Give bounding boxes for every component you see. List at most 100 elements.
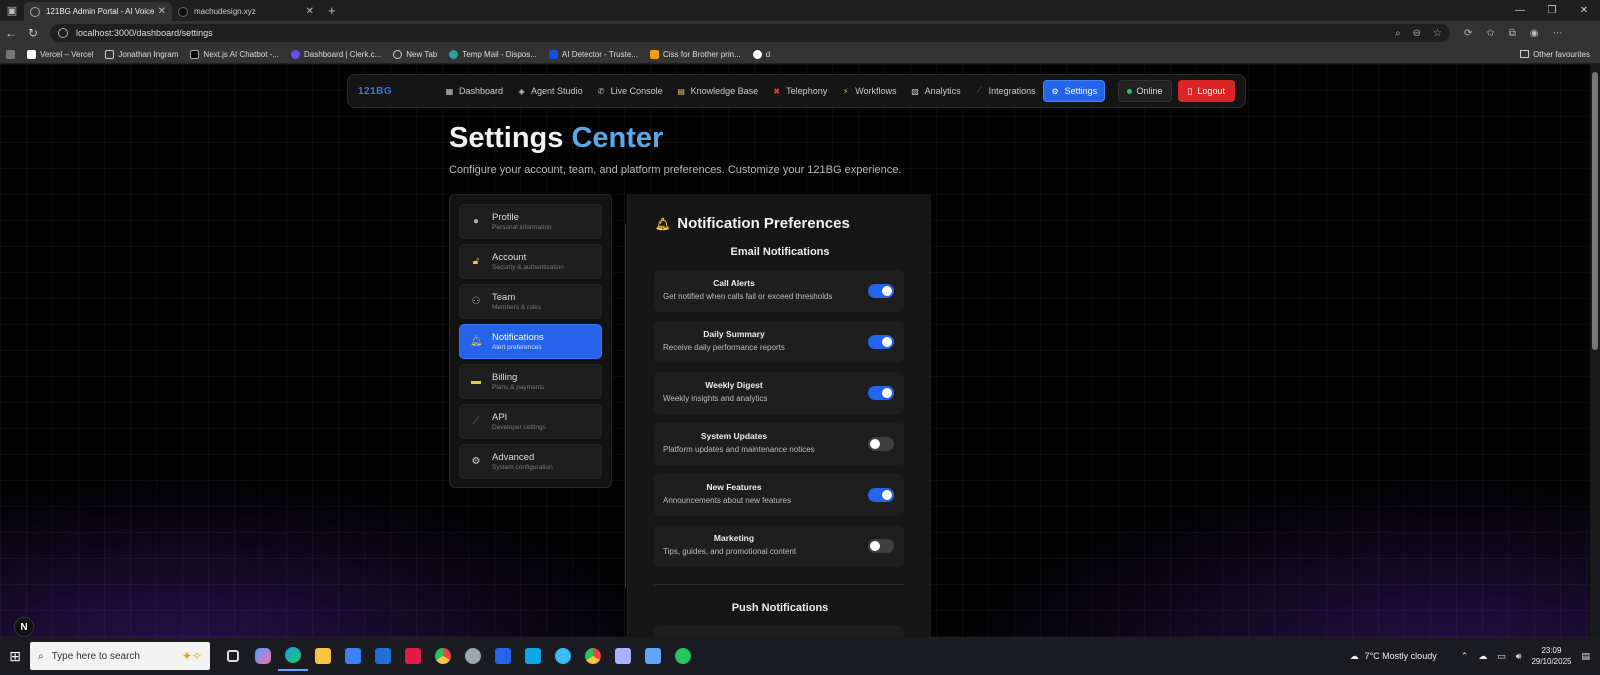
- address-bar-row: ← ↻ localhost:3000/dashboard/settings ⌕ …: [0, 21, 1600, 45]
- onedrive-icon[interactable]: ☁: [1478, 651, 1487, 662]
- toggle-knob: [882, 337, 892, 347]
- edge-browser-icon[interactable]: [278, 641, 308, 671]
- profile-avatar-icon[interactable]: ◉: [1530, 28, 1539, 39]
- url-input[interactable]: localhost:3000/dashboard/settings ⌕ ⊖ ☆: [50, 24, 1450, 42]
- powershell-icon[interactable]: [488, 641, 518, 671]
- favorites-icon[interactable]: ✩: [1486, 28, 1494, 39]
- logout-button[interactable]: ▯ Logout: [1177, 80, 1235, 102]
- bookmark-item[interactable]: d: [752, 49, 770, 59]
- bell-icon: 🔔︎: [470, 336, 483, 347]
- card-icon: ▬: [471, 376, 481, 387]
- bookmark-item[interactable]: Dashboard | Clerk.c...: [291, 49, 381, 59]
- refresh-icon[interactable]: ↻: [22, 26, 44, 40]
- nav-knowledge-base[interactable]: ▤ Knowledge Base: [670, 81, 766, 101]
- file-explorer-icon[interactable]: [308, 641, 338, 671]
- weather-widget[interactable]: ☁ 7°C Mostly cloudy: [1350, 651, 1437, 662]
- call-alerts-toggle[interactable]: [868, 284, 894, 298]
- close-tab-icon[interactable]: ✕: [158, 6, 166, 17]
- bell-icon: 🔔︎: [655, 216, 671, 231]
- nav-agent-studio[interactable]: ◈ Agent Studio: [510, 81, 590, 101]
- task-view-icon[interactable]: [218, 641, 248, 671]
- sidebar-item-profile[interactable]: ● Profile Personal information: [459, 204, 602, 239]
- online-status-badge: Online: [1117, 80, 1172, 102]
- sidebar-item-api[interactable]: ⟋ API Developer settings: [459, 404, 602, 439]
- notification-center-icon[interactable]: ▤: [1581, 651, 1590, 662]
- vscode-icon[interactable]: [518, 641, 548, 671]
- minimize-icon[interactable]: —: [1504, 5, 1536, 16]
- clock[interactable]: 23:09 29/10/2025: [1531, 645, 1571, 667]
- sidebar-item-team[interactable]: ⚇ Team Members & roles: [459, 284, 602, 319]
- notification-row-new-features: New Features Announcements about new fea…: [654, 474, 904, 516]
- nav-analytics[interactable]: ▧ Analytics: [904, 81, 968, 101]
- tray-chevron-icon[interactable]: ⌃: [1461, 651, 1469, 662]
- copilot-icon[interactable]: [248, 641, 278, 671]
- scrollbar-thumb[interactable]: [1592, 72, 1598, 350]
- sidebar-item-billing[interactable]: ▬ Billing Plans & payments: [459, 364, 602, 399]
- copilot-sparkle-icon: ✦✧: [181, 649, 202, 663]
- nav-dashboard[interactable]: ▦ Dashboard: [438, 81, 510, 101]
- back-icon[interactable]: ←: [0, 26, 22, 40]
- photos-icon[interactable]: [638, 641, 668, 671]
- sync-icon[interactable]: ⟳: [1464, 28, 1472, 39]
- new-tab-icon[interactable]: +: [328, 3, 336, 18]
- volume-icon[interactable]: 🔊︎: [1516, 651, 1522, 662]
- page-scrollbar[interactable]: [1590, 64, 1600, 637]
- nav-integrations[interactable]: ⟋ Integrations: [968, 81, 1043, 101]
- app-icon[interactable]: [458, 641, 488, 671]
- brand-logo[interactable]: 121BG: [358, 86, 438, 97]
- email-notifications-heading: Email Notifications: [730, 246, 830, 258]
- bookmark-item[interactable]: Next.js AI Chatbot -...: [190, 49, 279, 59]
- notes-icon[interactable]: [608, 641, 638, 671]
- browser-tab-active[interactable]: 121BG Admin Portal - AI Voice A ✕: [24, 2, 172, 21]
- nav-live-console[interactable]: ✆ Live Console: [590, 81, 670, 101]
- new-features-toggle[interactable]: [868, 488, 894, 502]
- tab-actions-icon[interactable]: ▣: [0, 0, 24, 21]
- bookmark-item[interactable]: Vercel – Vercel: [27, 49, 93, 59]
- bookmark-item[interactable]: New Tab: [393, 49, 437, 59]
- push-notifications-heading: Push Notifications: [731, 602, 829, 614]
- bookmarks-bar: Vercel – Vercel Jonathan Ingram Next.js …: [0, 45, 1600, 64]
- other-favourites[interactable]: Other favourites: [1520, 50, 1590, 59]
- close-tab-icon[interactable]: ✕: [306, 6, 314, 17]
- more-menu-icon[interactable]: ⋯: [1553, 28, 1563, 39]
- mail-icon[interactable]: [368, 641, 398, 671]
- favorite-star-icon[interactable]: ☆: [1433, 28, 1442, 39]
- reader-icon[interactable]: ⊖: [1413, 28, 1421, 39]
- network-icon[interactable]: ▭: [1497, 651, 1506, 662]
- search-icon[interactable]: ⌕: [1395, 28, 1401, 39]
- bookmark-item[interactable]: AI Detector - Truste...: [548, 49, 638, 59]
- sidebar-item-account[interactable]: 🔓︎ Account Security & authentication: [459, 244, 602, 279]
- marketing-toggle[interactable]: [868, 539, 894, 553]
- nav-settings[interactable]: ⚙ Settings: [1042, 80, 1106, 102]
- url-text: localhost:3000/dashboard/settings: [76, 28, 213, 38]
- taskbar-search-input[interactable]: ⌕ Type here to search ✦✧: [30, 642, 210, 670]
- bookmark-item[interactable]: Ciss for Brother prin...: [649, 49, 741, 59]
- store-icon[interactable]: [338, 641, 368, 671]
- bookmarks-apps-icon[interactable]: [6, 49, 15, 59]
- edge-dev-icon[interactable]: [548, 641, 578, 671]
- sidebar-item-advanced[interactable]: ⚙ Advanced System configuration: [459, 444, 602, 479]
- nav-telephony[interactable]: ✖ Telephony: [765, 81, 834, 101]
- chrome-profile-icon[interactable]: [578, 641, 608, 671]
- nextjs-badge-icon[interactable]: N: [14, 617, 34, 637]
- browser-tab[interactable]: machudesign.xyz ✕: [172, 2, 320, 21]
- system-updates-toggle[interactable]: [868, 437, 894, 451]
- daily-summary-toggle[interactable]: [868, 335, 894, 349]
- bolt-icon: ⚡: [842, 86, 849, 96]
- close-window-icon[interactable]: ✕: [1568, 5, 1600, 16]
- sidebar-item-notifications[interactable]: 🔔︎ Notifications Alert preferences: [459, 324, 602, 359]
- notification-preferences-panel: 🔔︎ Notification Preferences Email Notific…: [627, 194, 931, 637]
- bookmark-item[interactable]: Temp Mail - Dispos...: [449, 49, 537, 59]
- bookmark-item[interactable]: Jonathan Ingram: [105, 49, 178, 59]
- collections-icon[interactable]: ⧉: [1509, 28, 1516, 39]
- chrome-icon[interactable]: [428, 641, 458, 671]
- youtube-icon[interactable]: [398, 641, 428, 671]
- whatsapp-icon[interactable]: [668, 641, 698, 671]
- site-info-icon[interactable]: [58, 28, 68, 38]
- windows-start-icon[interactable]: ⊞: [0, 648, 30, 665]
- nav-workflows[interactable]: ⚡ Workflows: [834, 81, 903, 101]
- notification-row-system-updates: System Updates Platform updates and main…: [654, 423, 904, 465]
- restore-icon[interactable]: ❐: [1536, 5, 1568, 16]
- weekly-digest-toggle[interactable]: [868, 386, 894, 400]
- os-taskbar: ⊞ ⌕ Type here to search ✦✧ ☁ 7°C Mostly c…: [0, 637, 1600, 675]
